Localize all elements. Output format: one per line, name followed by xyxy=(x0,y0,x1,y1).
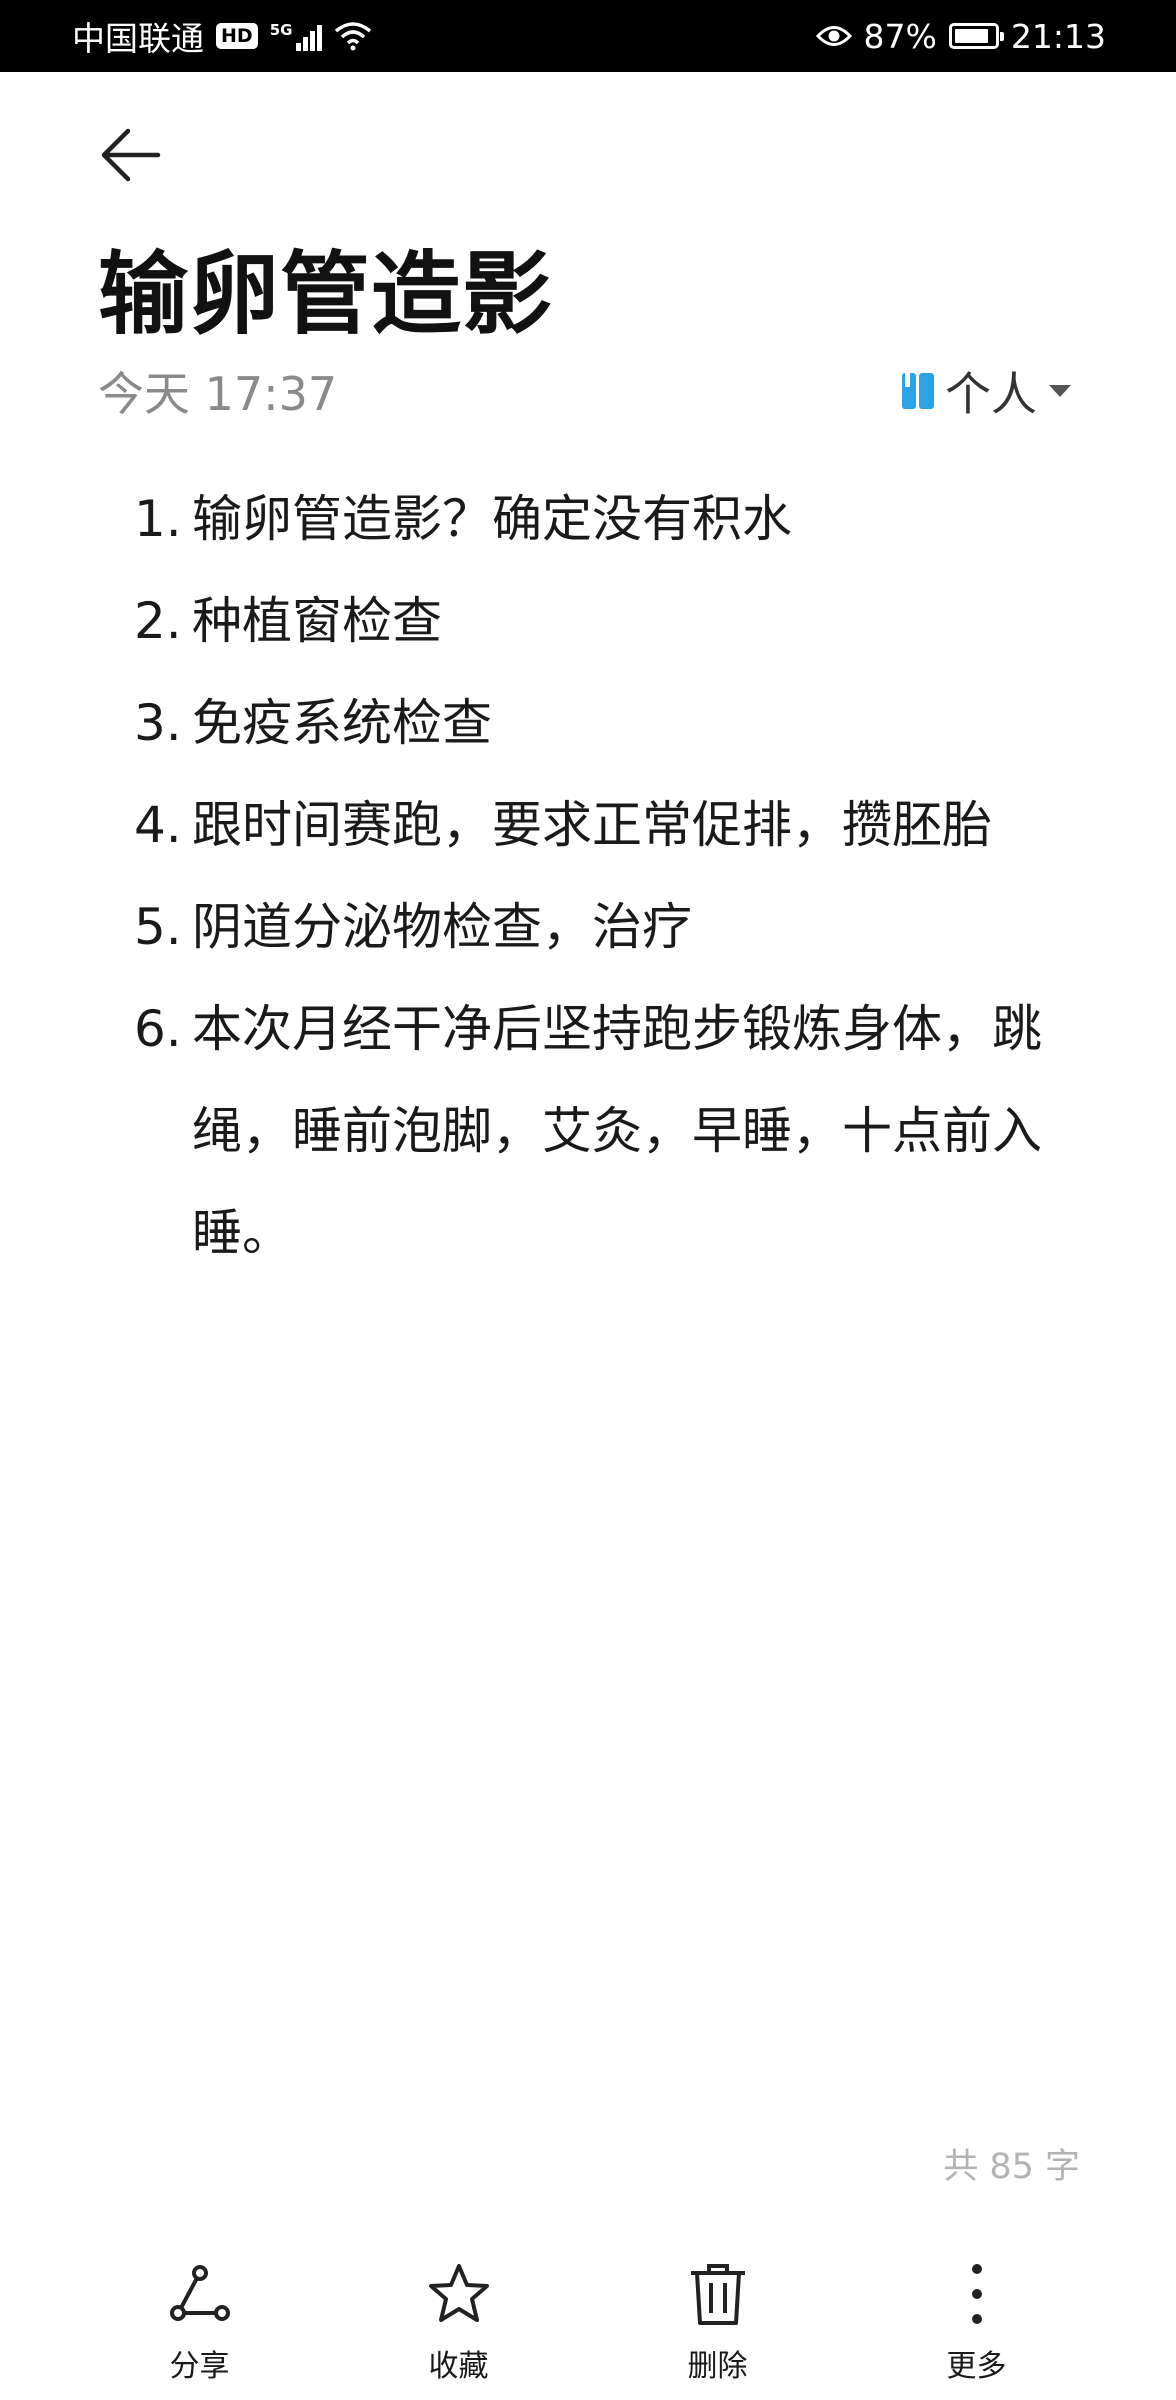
more-label: 更多 xyxy=(946,2349,1007,2384)
item-text: 免疫系统检查 xyxy=(192,694,492,752)
arrow-left-icon xyxy=(101,128,161,182)
item-text: 阴道分泌物检查，治疗 xyxy=(192,898,692,956)
eye-icon xyxy=(815,26,852,46)
note-content[interactable]: 1. 输卵管造影？确定没有积水 2. 种植窗检查 3. 免疫系统检查 4. 跟时… xyxy=(134,468,1094,1284)
note-title[interactable]: 输卵管造影 xyxy=(98,240,553,350)
hd-badge: HD xyxy=(216,23,258,49)
delete-button[interactable]: 删除 xyxy=(648,2235,788,2400)
favorite-button[interactable]: 收藏 xyxy=(389,2235,529,2400)
note-timestamp: 今天 17:37 xyxy=(98,367,338,421)
list-item: 4. 跟时间赛跑，要求正常促排，攒胚胎 xyxy=(134,774,1094,876)
wifi-icon xyxy=(335,22,372,51)
category-label: 个人 xyxy=(945,367,1037,421)
dropdown-arrow-icon xyxy=(1049,385,1071,397)
more-vertical-icon xyxy=(942,2259,1012,2329)
status-time: 21:13 xyxy=(1010,16,1106,56)
carrier-name: 中国联通 xyxy=(72,19,204,58)
battery-percent: 87% xyxy=(863,16,937,56)
list-item: 5. 阴道分泌物检查，治疗 xyxy=(134,876,1094,978)
trash-icon xyxy=(683,2259,753,2329)
item-text: 跟时间赛跑，要求正常促排，攒胚胎 xyxy=(192,796,992,854)
status-bar: 中国联通 HD 5G 87% 21:13 xyxy=(0,0,1176,72)
item-number: 5. xyxy=(134,898,182,956)
item-text: 本次月经干净后坚持跑步锻炼身体，跳绳，睡前泡脚，艾灸，早睡，十点前入睡。 xyxy=(192,1000,1042,1262)
list-item: 1. 输卵管造影？确定没有积水 xyxy=(134,468,1094,570)
list-item: 3. 免疫系统检查 xyxy=(134,672,1094,774)
word-count: 共 85 字 xyxy=(943,2147,1080,2187)
notebook-icon xyxy=(902,373,934,409)
battery-icon xyxy=(948,23,1004,49)
item-number: 2. xyxy=(134,592,182,650)
back-button[interactable] xyxy=(90,115,170,195)
item-text: 输卵管造影？确定没有积水 xyxy=(192,490,792,548)
list-item: 6. 本次月经干净后坚持跑步锻炼身体，跳绳，睡前泡脚，艾灸，早睡，十点前入睡。 xyxy=(134,978,1094,1284)
status-left: 中国联通 HD 5G xyxy=(72,12,372,60)
bottom-toolbar: 分享 收藏 删除 更多 xyxy=(0,2235,1176,2400)
item-text: 种植窗检查 xyxy=(192,592,442,650)
share-button[interactable]: 分享 xyxy=(130,2235,270,2400)
category-selector[interactable]: 个人 xyxy=(901,358,1073,424)
delete-label: 删除 xyxy=(687,2349,748,2384)
more-button[interactable]: 更多 xyxy=(907,2235,1047,2400)
item-number: 4. xyxy=(134,796,182,854)
star-icon xyxy=(424,2259,494,2329)
signal-icon: 5G xyxy=(270,21,323,51)
item-number: 3. xyxy=(134,694,182,752)
item-number: 6. xyxy=(134,1000,182,1058)
meta-row: 今天 17:37 个人 xyxy=(98,358,1073,424)
status-right: 87% 21:13 xyxy=(815,16,1106,56)
network-type: 5G xyxy=(269,21,293,39)
favorite-label: 收藏 xyxy=(428,2349,489,2384)
list-item: 2. 种植窗检查 xyxy=(134,570,1094,672)
item-number: 1. xyxy=(134,490,182,548)
share-label: 分享 xyxy=(169,2349,230,2384)
share-icon xyxy=(165,2259,235,2329)
